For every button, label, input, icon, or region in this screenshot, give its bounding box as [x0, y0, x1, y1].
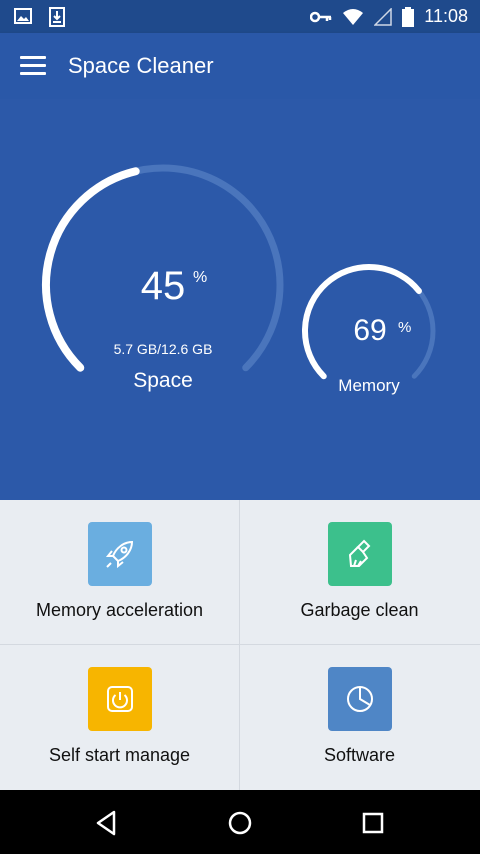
software-label: Software	[323, 745, 396, 765]
power-icon	[107, 686, 133, 712]
software-tile	[328, 667, 392, 731]
garbage-clean-label: Garbage clean	[300, 600, 419, 620]
clock: 11:08	[424, 6, 468, 26]
space-percent: 45	[140, 264, 186, 308]
download-icon	[49, 7, 65, 27]
rocket-icon	[105, 540, 134, 569]
pie-chart-icon	[347, 686, 373, 712]
space-percent-sign: %	[193, 269, 208, 286]
memory-acceleration-tile	[88, 522, 152, 586]
horizontal-divider	[0, 644, 480, 645]
memory-acceleration-label: Memory acceleration	[35, 600, 204, 620]
self-start-manage-button[interactable]: Self start manage	[0, 645, 239, 789]
status-bar: 11:08	[0, 0, 480, 33]
gauge-panel: 45 % 5.7 GB/12.6 GB Space 69 % Memory	[0, 99, 480, 500]
vertical-divider	[239, 500, 240, 790]
menu-icon[interactable]	[18, 53, 48, 79]
space-gauge-progress	[42, 167, 140, 372]
back-icon[interactable]	[92, 808, 122, 838]
self-start-manage-tile	[88, 667, 152, 731]
wifi-icon	[343, 8, 364, 25]
space-label: Space	[133, 369, 193, 392]
app-title: Space Cleaner	[68, 53, 214, 78]
garbage-clean-button[interactable]: Garbage clean	[240, 500, 479, 644]
recents-icon[interactable]	[358, 808, 388, 838]
battery-icon	[402, 6, 415, 27]
garbage-clean-tile	[328, 522, 392, 586]
self-start-manage-label: Self start manage	[48, 745, 191, 765]
memory-acceleration-button[interactable]: Memory acceleration	[0, 500, 239, 644]
space-usage: 5.7 GB/12.6 GB	[113, 341, 213, 357]
gauges-graphic	[42, 164, 436, 380]
memory-label: Memory	[338, 376, 400, 395]
navigation-bar	[0, 790, 480, 854]
broom-icon	[348, 539, 371, 567]
home-icon[interactable]	[225, 808, 255, 838]
key-icon	[310, 11, 332, 22]
image-icon	[14, 8, 32, 24]
memory-percent: 69	[353, 314, 387, 347]
software-button[interactable]: Software	[240, 645, 479, 789]
memory-percent-sign: %	[398, 319, 412, 336]
signal-icon	[374, 7, 393, 26]
app-bar: Space Cleaner	[0, 33, 480, 99]
feature-grid: Memory acceleration Garbage clean Self s…	[0, 500, 480, 790]
